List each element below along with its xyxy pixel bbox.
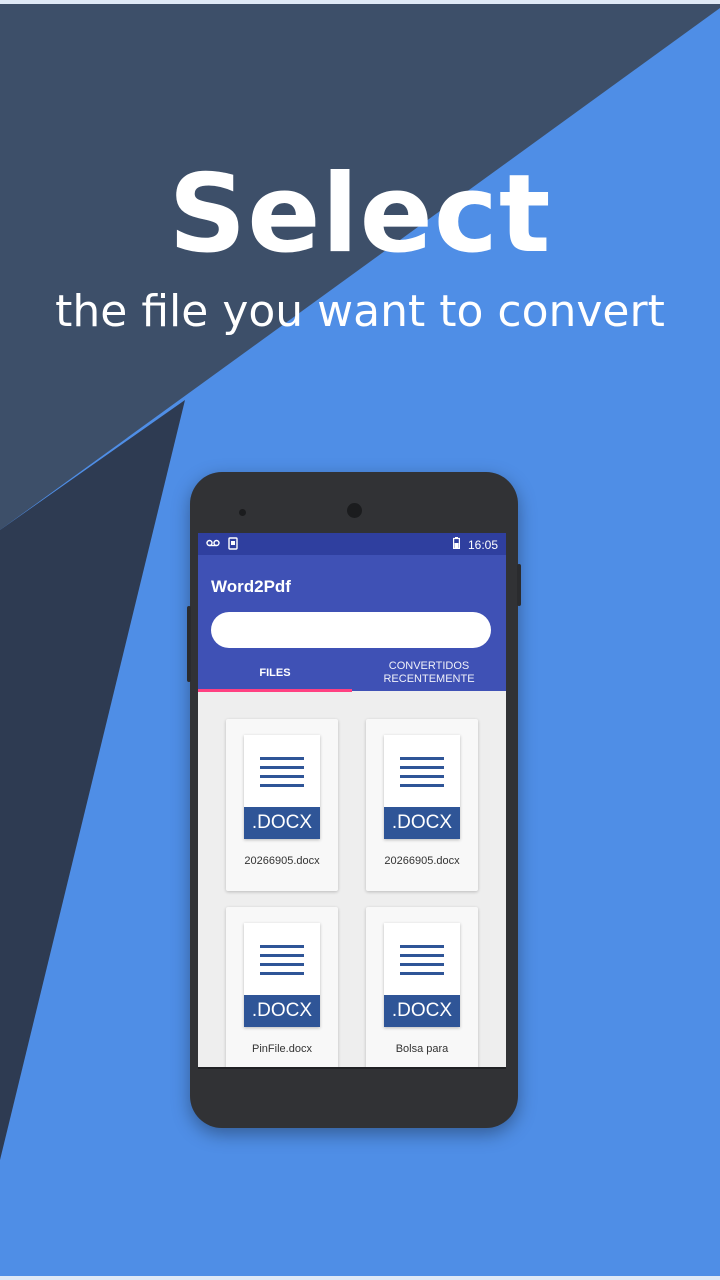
voicemail-icon (206, 537, 220, 553)
docx-badge: .DOCX (244, 807, 320, 839)
phone-screen: 16:05 Word2Pdf FILES CONVERTIDOS RECENTE… (198, 533, 506, 1067)
docx-file-icon: .DOCX (384, 735, 460, 839)
file-name: 20266905.docx (384, 855, 460, 867)
app-title: Word2Pdf (211, 577, 291, 596)
tab-recently-converted[interactable]: CONVERTIDOS RECENTEMENTE (352, 655, 506, 691)
app-bar: Word2Pdf FILES CONVERTIDOS RECENTEMENTE (198, 555, 506, 691)
tab-indicator (198, 689, 352, 692)
screenshot-icon (228, 537, 238, 553)
promo-subtitle: the file you want to convert (55, 286, 665, 337)
docx-badge: .DOCX (244, 995, 320, 1027)
phone-camera (347, 503, 362, 518)
top-border (0, 0, 720, 4)
file-name: PinFile.docx (252, 1043, 312, 1055)
docx-file-icon: .DOCX (384, 923, 460, 1027)
docx-badge: .DOCX (384, 995, 460, 1027)
file-card[interactable]: .DOCX Bolsa para (366, 907, 478, 1067)
promo-screen: Select the file you want to convert 16:0… (0, 0, 720, 1280)
phone-side-button-left (187, 606, 191, 682)
file-name: 20266905.docx (244, 855, 320, 867)
file-card[interactable]: .DOCX 20266905.docx (366, 719, 478, 891)
tab-files[interactable]: FILES (198, 655, 352, 691)
docx-file-icon: .DOCX (244, 923, 320, 1027)
phone-mockup: 16:05 Word2Pdf FILES CONVERTIDOS RECENTE… (187, 472, 521, 1128)
file-card[interactable]: .DOCX PinFile.docx (226, 907, 338, 1067)
navy-shape (0, 400, 185, 1160)
battery-icon (452, 537, 460, 552)
docx-file-icon: .DOCX (244, 735, 320, 839)
phone-sensor (239, 509, 246, 516)
phone-side-button-right (517, 564, 521, 606)
file-name: Bolsa para (395, 1043, 449, 1055)
bottom-border (0, 1276, 720, 1280)
promo-title: Select (168, 152, 552, 277)
search-input[interactable] (211, 612, 491, 648)
status-bar: 16:05 (198, 533, 506, 555)
file-grid: .DOCX 20266905.docx .DOCX 20266905.docx … (198, 693, 506, 1067)
tab-recently-converted-label: CONVERTIDOS RECENTEMENTE (383, 660, 475, 685)
screen-bottom-edge (198, 1067, 506, 1069)
file-card[interactable]: .DOCX 20266905.docx (226, 719, 338, 891)
docx-badge: .DOCX (384, 807, 460, 839)
status-time: 16:05 (467, 537, 498, 552)
